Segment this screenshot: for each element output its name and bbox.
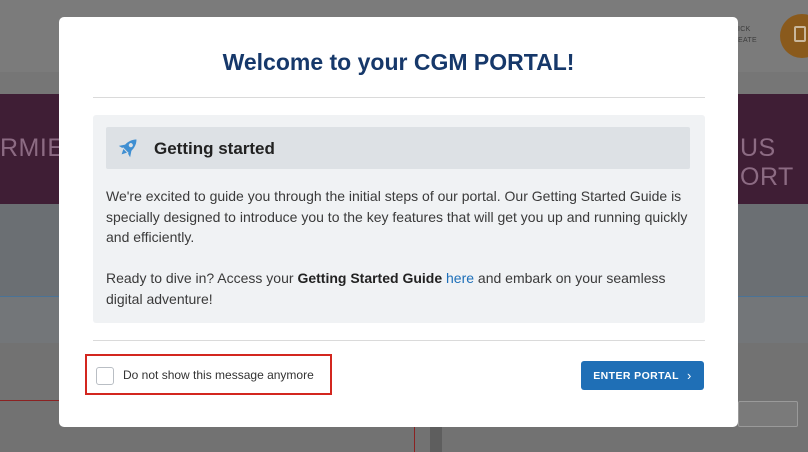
background-column-divider: [430, 425, 442, 452]
enter-portal-label: ENTER PORTAL: [593, 369, 679, 382]
modal-title-divider: [93, 97, 705, 98]
dont-show-again-label[interactable]: Do not show this message anymore: [123, 368, 314, 382]
guide-link[interactable]: here: [446, 270, 474, 286]
welcome-modal: Welcome to your CGM PORTAL! Getting star…: [59, 17, 738, 427]
guide-name: Getting Started Guide: [297, 270, 443, 286]
modal-title: Welcome to your CGM PORTAL!: [222, 49, 575, 75]
getting-started-card: Getting started We're excited to guide y…: [93, 115, 705, 323]
background-document-icon: [794, 26, 806, 42]
getting-started-body: We're excited to guide you through the i…: [106, 186, 696, 309]
dont-show-again-checkbox[interactable]: [96, 367, 114, 385]
modal-footer-divider: [93, 340, 705, 341]
background-banner-right-text: US ORT: [740, 134, 794, 191]
getting-started-header: Getting started: [106, 127, 690, 169]
background-input: [738, 401, 798, 427]
guide-paragraph-prefix: Ready to dive in? Access your: [106, 270, 298, 286]
chevron-right-icon: ›: [686, 368, 692, 383]
rocket-icon: [118, 139, 137, 158]
background-quick-create-text: ICK EATE: [738, 26, 757, 44]
intro-paragraph: We're excited to guide you through the i…: [106, 188, 688, 245]
getting-started-title: Getting started: [154, 139, 275, 158]
dont-show-again-highlight: Do not show this message anymore: [85, 354, 332, 395]
enter-portal-button[interactable]: ENTER PORTAL ›: [581, 361, 704, 390]
guide-paragraph: Ready to dive in? Access your Getting St…: [106, 268, 696, 309]
